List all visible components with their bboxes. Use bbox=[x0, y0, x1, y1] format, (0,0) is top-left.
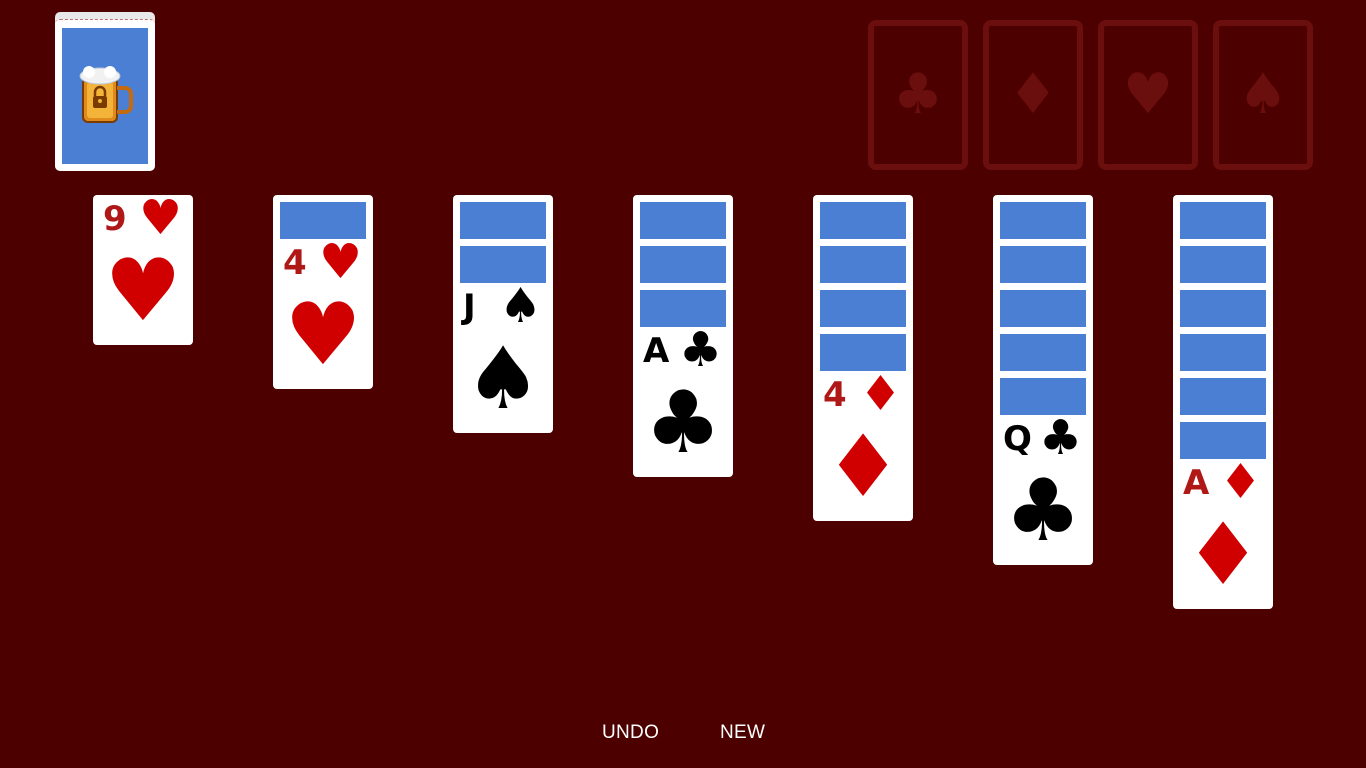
hearts-icon: ♥ bbox=[139, 190, 183, 246]
clubs-icon: ♣ bbox=[1039, 410, 1083, 466]
undo-button[interactable]: UNDO bbox=[602, 722, 659, 744]
diamonds-icon: ♦ bbox=[1007, 62, 1059, 127]
card-rank: J bbox=[463, 287, 476, 327]
spades-icon: ♠ bbox=[464, 329, 542, 429]
card-back bbox=[1180, 334, 1266, 371]
clubs-icon: ♣ bbox=[1004, 461, 1082, 561]
spades-icon: ♠ bbox=[499, 278, 543, 334]
foundation-diamonds[interactable]: ♦ bbox=[983, 20, 1083, 170]
foundation-clubs[interactable]: ♣ bbox=[868, 20, 968, 170]
card-back bbox=[62, 28, 148, 164]
card-rank: A bbox=[1183, 463, 1210, 503]
card-back bbox=[1180, 378, 1266, 415]
card-rank: 4 bbox=[283, 243, 307, 283]
face-up-card[interactable]: J ♠ ♠ bbox=[453, 278, 553, 433]
card-back bbox=[1000, 334, 1086, 371]
clubs-icon: ♣ bbox=[892, 62, 944, 127]
card-back bbox=[820, 246, 906, 283]
card-rank: Q bbox=[1003, 419, 1032, 459]
spades-icon: ♠ bbox=[1237, 62, 1289, 127]
diamonds-icon: ♦ bbox=[1184, 505, 1262, 605]
clubs-icon: ♣ bbox=[679, 322, 723, 378]
card-back bbox=[1000, 246, 1086, 283]
card-back bbox=[820, 202, 906, 239]
card-back bbox=[460, 202, 546, 239]
locked-beer-mug-icon bbox=[79, 66, 133, 123]
hearts-icon: ♥ bbox=[284, 285, 362, 385]
face-up-card[interactable]: 9 ♥ ♥ bbox=[93, 190, 193, 345]
hearts-icon: ♥ bbox=[104, 241, 182, 341]
clubs-icon: ♣ bbox=[644, 373, 722, 473]
card-back bbox=[1180, 246, 1266, 283]
card-rank: A bbox=[643, 331, 670, 371]
card-rank: 4 bbox=[823, 375, 847, 415]
face-up-card[interactable]: 4 ♥ ♥ bbox=[273, 234, 373, 389]
card-rank: 9 bbox=[103, 199, 127, 239]
card-back bbox=[1180, 202, 1266, 239]
face-up-card[interactable]: Q ♣ ♣ bbox=[993, 410, 1093, 565]
card-back bbox=[1000, 202, 1086, 239]
card-back bbox=[820, 290, 906, 327]
diamonds-icon: ♦ bbox=[859, 366, 903, 422]
hearts-icon: ♥ bbox=[1122, 62, 1174, 127]
diamonds-icon: ♦ bbox=[824, 417, 902, 517]
card-back bbox=[640, 246, 726, 283]
face-up-card[interactable]: 4 ♦ ♦ bbox=[813, 366, 913, 521]
foundation-spades[interactable]: ♠ bbox=[1213, 20, 1313, 170]
solitaire-table: ♣ ♦ ♥ ♠ 9 ♥ ♥ 4 ♥ ♥ J ♠ ♠ A ♣ ♣ 4 ♦ ♦ Q ♣ ♣ A ♦ ♦ UNDO NEW bbox=[0, 0, 1366, 768]
card-back bbox=[1000, 290, 1086, 327]
diamonds-icon: ♦ bbox=[1219, 454, 1263, 510]
stock-pile[interactable] bbox=[55, 19, 155, 171]
card-back bbox=[1180, 290, 1266, 327]
new-game-button[interactable]: NEW bbox=[720, 722, 765, 744]
foundation-hearts[interactable]: ♥ bbox=[1098, 20, 1198, 170]
hearts-icon: ♥ bbox=[319, 234, 363, 290]
face-up-card[interactable]: A ♦ ♦ bbox=[1173, 454, 1273, 609]
face-up-card[interactable]: A ♣ ♣ bbox=[633, 322, 733, 477]
card-back bbox=[640, 202, 726, 239]
